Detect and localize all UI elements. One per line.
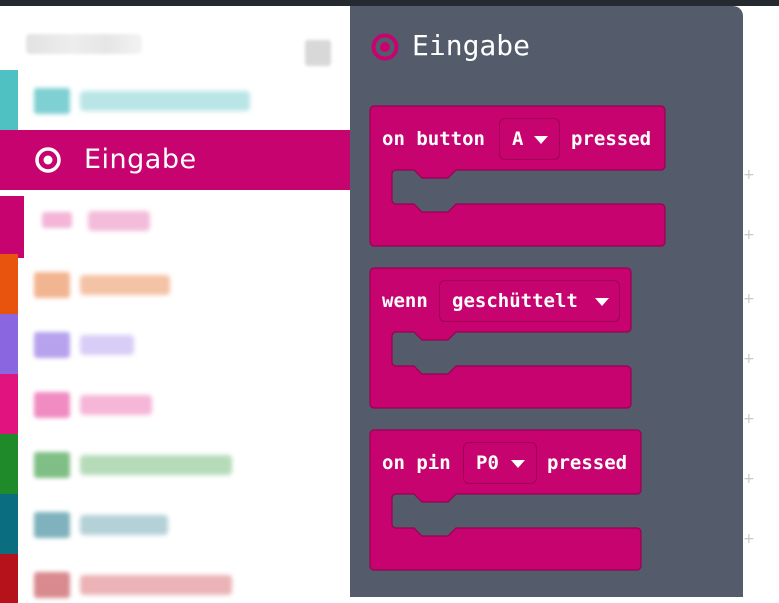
variables-icon xyxy=(34,512,70,538)
category-label-blurred xyxy=(80,275,170,295)
category-label-blurred xyxy=(80,455,232,475)
dropdown-value: geschüttelt xyxy=(452,290,578,312)
caret-down-icon xyxy=(534,136,548,144)
loops-icon xyxy=(34,392,70,418)
block-on-button-pressed[interactable]: on button A pressed xyxy=(369,105,666,248)
category-math[interactable] xyxy=(0,554,350,603)
block-text-suffix: pressed xyxy=(571,128,652,150)
target-icon xyxy=(35,147,61,173)
grid-dot: + xyxy=(743,471,755,487)
category-label-blurred xyxy=(80,575,232,595)
block-text-prefix: on button xyxy=(382,128,485,150)
caret-down-icon xyxy=(511,460,525,468)
logic-icon xyxy=(34,452,70,478)
toolbox: Eingabe xyxy=(0,6,350,603)
block-on-gesture[interactable]: wenn geschüttelt xyxy=(369,267,632,410)
button-dropdown[interactable]: A xyxy=(499,118,560,160)
toolbox-search[interactable] xyxy=(0,20,350,66)
category-label: Eingabe xyxy=(84,144,197,175)
target-icon xyxy=(371,33,399,61)
category-variables[interactable] xyxy=(0,494,350,554)
grid-dot: + xyxy=(743,227,755,243)
radio-icon xyxy=(34,332,70,358)
search-input[interactable] xyxy=(26,34,142,54)
category-input[interactable]: Eingabe xyxy=(0,130,350,190)
search-icon[interactable] xyxy=(305,40,331,66)
grid-dot: + xyxy=(743,351,755,367)
category-label-blurred xyxy=(80,395,152,415)
math-icon xyxy=(34,572,70,598)
grid-icon xyxy=(34,88,70,114)
grid-dot: + xyxy=(743,291,755,307)
dropdown-value: P0 xyxy=(476,452,499,474)
category-stripe xyxy=(0,434,18,494)
category-stripe xyxy=(0,554,18,603)
category-basic[interactable] xyxy=(0,70,350,130)
category-loops[interactable] xyxy=(0,374,350,434)
category-label-blurred xyxy=(80,91,250,111)
category-stripe xyxy=(0,254,18,314)
gesture-dropdown[interactable]: geschüttelt xyxy=(439,280,620,322)
music-icon xyxy=(42,212,72,228)
category-stripe xyxy=(0,314,18,374)
block-on-pin-pressed[interactable]: on pin P0 pressed xyxy=(369,429,642,572)
category-radio[interactable] xyxy=(0,314,350,374)
block-flyout: Eingabe on button A pressed wenn geschüt… xyxy=(350,6,743,597)
block-text-suffix: pressed xyxy=(547,452,628,474)
grid-dot: + xyxy=(743,411,755,427)
grid-dot: + xyxy=(743,531,755,547)
category-stripe xyxy=(0,494,18,554)
grid-dot: + xyxy=(743,167,755,183)
led-icon xyxy=(34,272,70,298)
flyout-title: Eingabe xyxy=(412,29,531,62)
caret-down-icon xyxy=(595,298,609,306)
category-stripe xyxy=(0,70,18,130)
category-label-blurred xyxy=(80,515,168,535)
dropdown-value: A xyxy=(512,128,524,150)
block-text-prefix: on pin xyxy=(382,452,451,474)
category-stripe xyxy=(0,374,18,434)
category-logic[interactable] xyxy=(0,434,350,494)
category-label-blurred xyxy=(88,211,150,231)
workspace[interactable]: + + + + + + + xyxy=(743,6,779,597)
category-led[interactable] xyxy=(0,254,350,314)
category-label-blurred xyxy=(80,335,134,355)
block-text-prefix: wenn xyxy=(382,290,428,312)
pin-dropdown[interactable]: P0 xyxy=(463,442,537,484)
category-music[interactable] xyxy=(0,190,350,250)
